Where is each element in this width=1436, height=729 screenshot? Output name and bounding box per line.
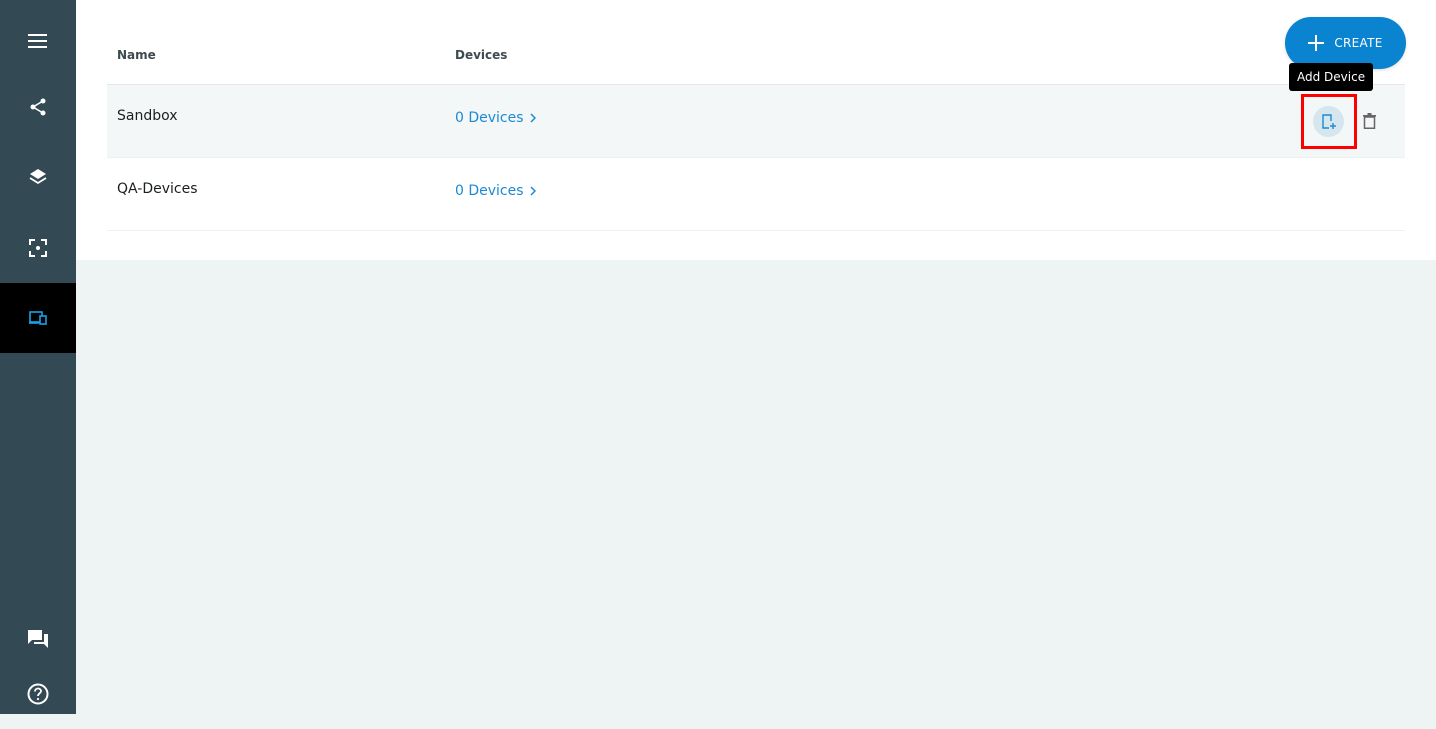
chat-icon: [28, 630, 48, 648]
menu-button[interactable]: [0, 6, 76, 76]
sidebar-item-help[interactable]: [0, 659, 76, 729]
table-row[interactable]: QA-Devices 0 Devices: [107, 158, 1405, 231]
share-nodes-icon: [30, 98, 46, 116]
delete-button[interactable]: [1359, 110, 1379, 132]
sidebar-item-layers[interactable]: [0, 142, 76, 212]
devices-link[interactable]: 0 Devices: [455, 110, 536, 126]
sidebar: [0, 0, 76, 714]
chevron-right-icon: [530, 186, 536, 196]
sidebar-item-flows[interactable]: [0, 72, 76, 142]
sidebar-item-scan[interactable]: [0, 213, 76, 283]
row-name: Sandbox: [117, 108, 178, 124]
column-header-name: Name: [117, 48, 156, 62]
chevron-right-icon: [530, 113, 536, 123]
add-device-button[interactable]: [1313, 106, 1344, 137]
plus-icon: [1308, 35, 1325, 51]
row-name: QA-Devices: [117, 181, 198, 197]
tooltip-add-device: Add Device: [1289, 63, 1374, 91]
column-header-devices: Devices: [455, 48, 508, 62]
scan-frame-icon: [29, 239, 47, 257]
table-row[interactable]: Sandbox 0 Devices: [107, 85, 1405, 158]
sidebar-item-devices[interactable]: [0, 283, 76, 353]
create-button[interactable]: CREATE: [1285, 17, 1406, 69]
menu-icon: [28, 34, 47, 48]
create-button-label: CREATE: [1334, 36, 1383, 50]
devices-icon: [29, 311, 47, 325]
help-icon: [27, 683, 49, 705]
table-header: Name Devices: [107, 24, 1405, 85]
add-device-icon: [1321, 113, 1336, 129]
layers-icon: [29, 169, 47, 185]
groups-table: Name Devices Sandbox 0 Devices QA-Device…: [107, 24, 1405, 231]
trash-icon: [1362, 113, 1376, 129]
groups-panel: Name Devices Sandbox 0 Devices QA-Device…: [76, 0, 1436, 260]
devices-link-label: 0 Devices: [455, 183, 524, 199]
devices-link[interactable]: 0 Devices: [455, 183, 536, 199]
devices-link-label: 0 Devices: [455, 110, 524, 126]
